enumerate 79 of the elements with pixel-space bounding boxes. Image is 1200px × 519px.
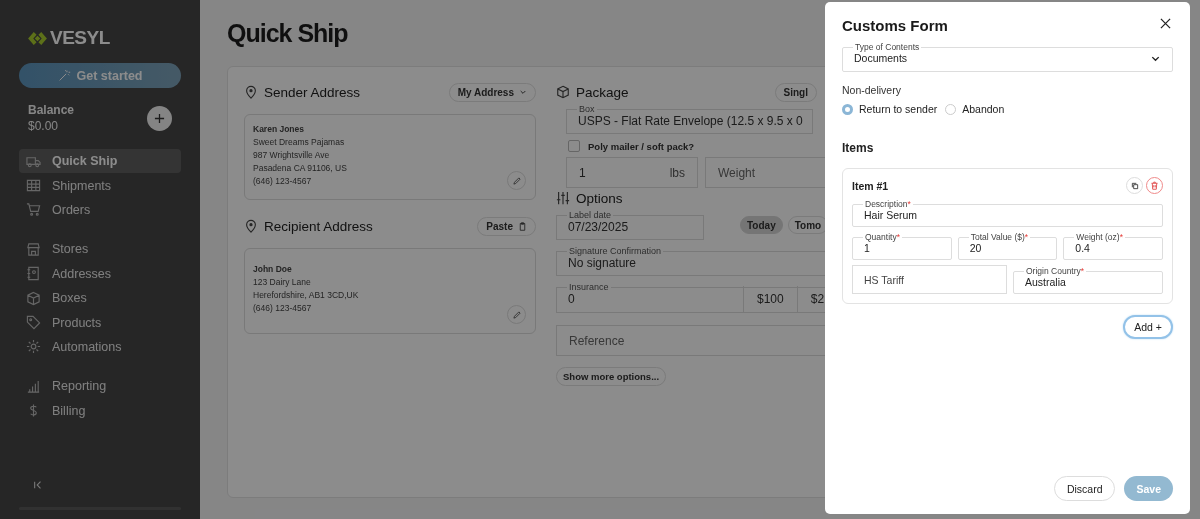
box-icon [26,290,41,306]
address-line: Herefordshire, AB1 3CD,UK [253,289,359,302]
logo-text: VESYL [50,27,110,49]
chevron-down-icon [519,88,527,96]
checkbox[interactable] [568,140,580,152]
pencil-icon [511,309,522,320]
add-funds-button[interactable] [147,105,172,131]
edit-button[interactable] [507,305,526,324]
section-title: Package [576,84,629,100]
collapse-icon[interactable] [33,480,43,490]
nav-item[interactable]: Billing [19,398,181,423]
origin-country-field[interactable]: Origin Country* Australia [1013,266,1163,294]
nav-item[interactable]: Boxes [19,285,181,311]
hs-tariff-field[interactable]: HS Tariff [852,265,1007,294]
nav-item[interactable]: Addresses [19,261,181,286]
contents-type-select[interactable]: Type of Contents Documents [842,42,1173,72]
panel-title: Customs Form [842,17,948,34]
description-field[interactable]: Description* Hair Serum [852,199,1163,227]
grid-icon [26,178,41,194]
contact-name: John Doe [253,263,292,276]
date-button[interactable]: Today [740,216,783,234]
radio-button[interactable] [945,103,957,115]
close-icon[interactable] [1160,18,1171,29]
paste-button[interactable]: Paste [477,216,536,236]
clipboard-icon [518,221,527,231]
chart-icon [26,378,41,394]
page-title: Quick Ship [227,18,348,48]
nav-item[interactable]: Automations [19,334,181,360]
discard-button[interactable]: Discard [1053,476,1116,501]
address-line: Sweet Dreams Pajamas [253,136,345,149]
balance-label: Balance [28,103,75,117]
address-line: 123 Dairy Lane [253,276,311,289]
copy-icon [1130,181,1139,190]
nav-item[interactable]: Reporting [19,374,181,399]
box-select[interactable]: Box USPS - Flat Rate Envelope (12.5 x 9.5 x 0 [566,104,813,134]
radio-button[interactable] [842,103,853,115]
cart-icon [26,202,41,218]
address-line: 987 Wrightsville Ave [253,149,330,162]
edit-button[interactable] [507,171,526,190]
pencil-icon [511,175,522,186]
trash-icon [1150,181,1159,190]
sliders-icon [556,191,570,205]
tag-icon [26,315,41,331]
non-delivery-label: Non-delivery [842,84,902,96]
address-line: (646) 123-4567 [253,302,312,315]
quantity-field[interactable]: Quantity* 1 [852,232,952,260]
address-line: (646) 123-4567 [253,175,312,188]
book-icon [26,266,41,282]
weight-field[interactable]: Weight (oz)* 0.4 [1063,232,1163,260]
show-more-button[interactable]: Show more options... [556,367,667,386]
add-item-button[interactable]: Add + [1123,315,1173,339]
location-pin-icon [244,219,258,233]
total-value-field[interactable]: Total Value ($)* 20 [957,232,1058,260]
label-date-field[interactable]: Label date 07/23/2025 [556,210,704,240]
nav-item[interactable]: Stores [19,237,181,262]
nav-item[interactable]: Shipments [19,173,181,198]
package-mode-button[interactable]: Singl [774,82,817,102]
checkbox-label: Poly mailer / soft pack? [588,140,695,152]
nav-item[interactable]: Orders [19,197,181,223]
nav-item[interactable]: Quick Ship [19,149,181,174]
section-title: Recipient Address [264,218,373,234]
nav-item[interactable]: Products [19,310,181,335]
radio-label: Abandon [962,103,1005,115]
plus-icon [154,112,165,124]
box-icon [556,85,570,99]
item-title: Item #1 [852,179,889,192]
address-line: Pasadena CA 91106, US [253,162,347,175]
items-heading: Items [842,141,875,155]
logo-icon [28,30,47,46]
balance-amount: $0.00 [28,119,60,133]
radio-label: Return to sender [859,103,938,115]
location-pin-icon [244,85,258,99]
contact-name: Karen Jones [253,123,305,136]
magic-wand-icon [57,69,71,82]
pounds-field[interactable]: 1 lbs [566,157,698,188]
section-title: Sender Address [264,84,361,100]
section-title: Options [576,190,623,206]
my-address-dropdown[interactable]: My Address [448,82,536,102]
store-icon [26,241,41,257]
